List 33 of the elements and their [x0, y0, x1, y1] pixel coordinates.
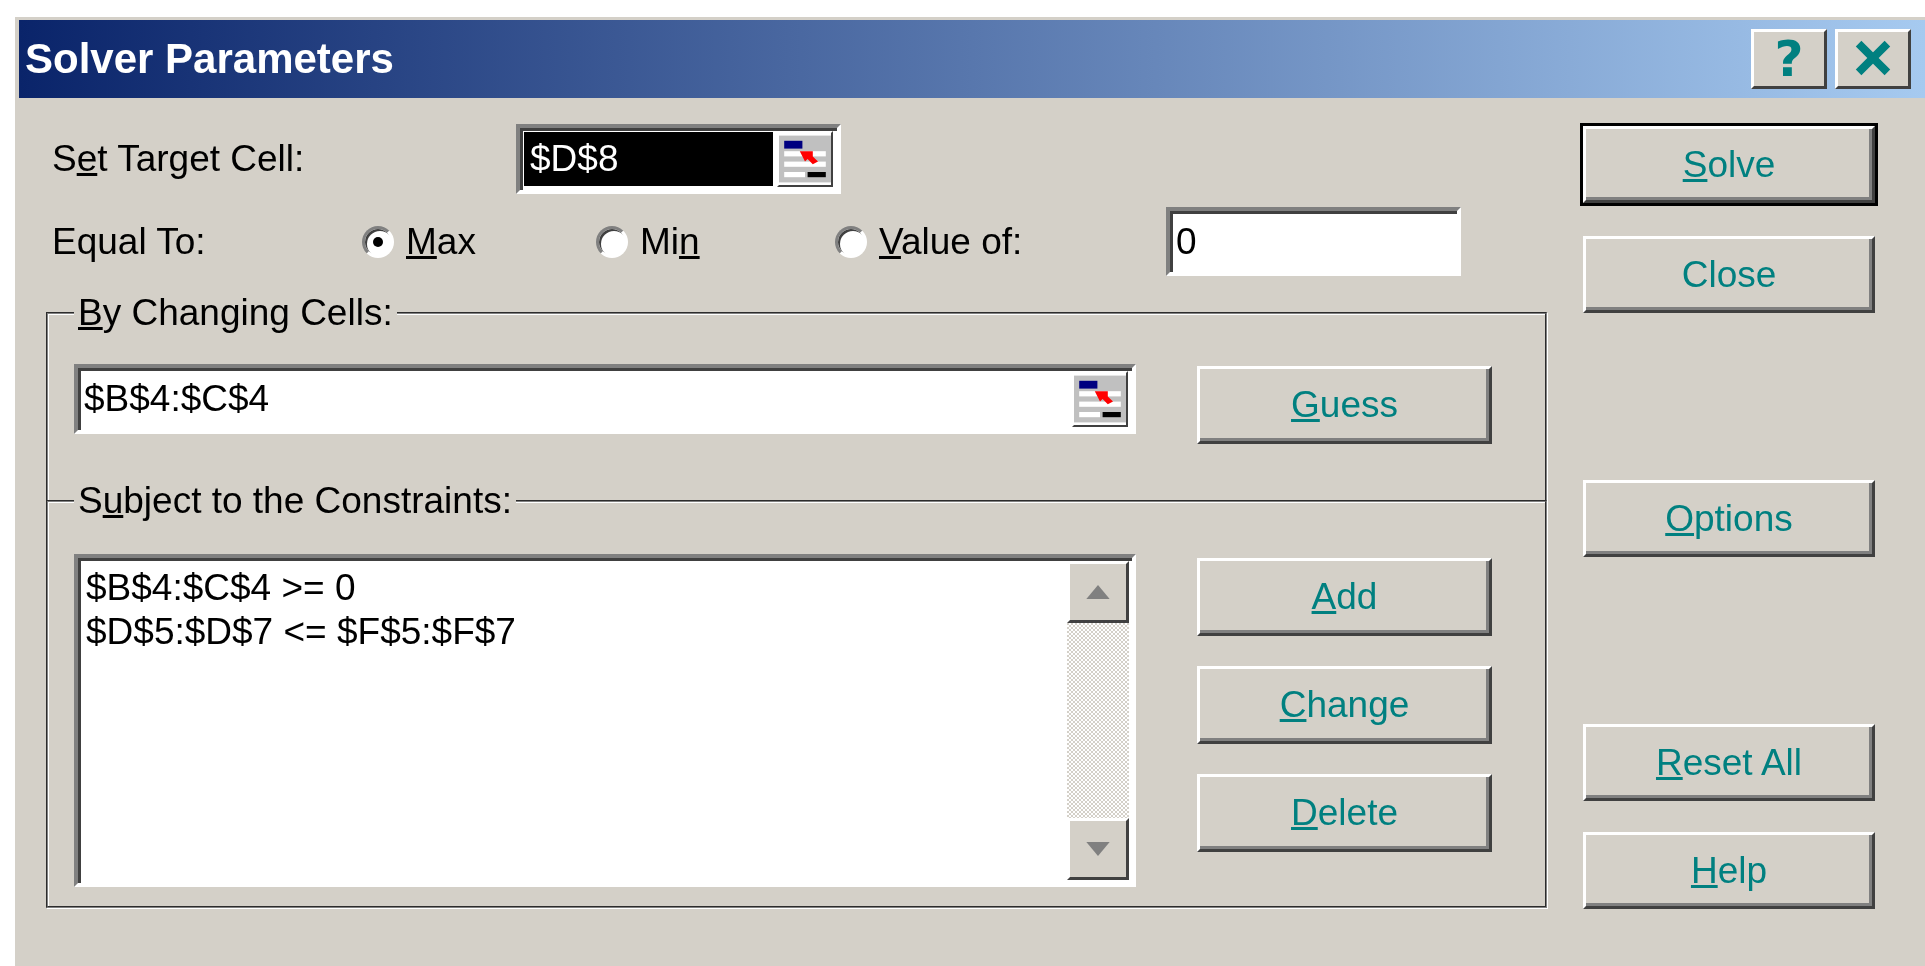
dialog-button[interactable]: Solve [1583, 126, 1875, 203]
target-cell-value: $D$8 [524, 132, 773, 186]
target-cell-label: Set Target Cell: [52, 138, 306, 180]
constraint-button[interactable]: Change [1197, 666, 1492, 744]
window-title: Solver Parameters [25, 35, 394, 83]
radio-label[interactable]: Min [640, 220, 700, 263]
radio-button[interactable] [596, 225, 628, 258]
help-button[interactable]: ? [1751, 29, 1827, 89]
dialog-button[interactable]: Reset All [1583, 724, 1875, 801]
scroll-up-icon[interactable] [1086, 585, 1110, 599]
scrollbar[interactable] [1067, 561, 1129, 880]
radio-label[interactable]: Max [406, 220, 476, 263]
radio-button[interactable] [835, 225, 867, 258]
constraint-item[interactable]: $D$5:$D$7 <= $F$5:$F$7 [86, 610, 1059, 654]
equal-to-label: Equal To: [52, 220, 207, 263]
dialog-button[interactable]: Options [1583, 480, 1875, 557]
changing-cells-field[interactable]: $B$4:$C$4 [74, 364, 1136, 434]
radio-button[interactable] [362, 225, 394, 258]
radio-label[interactable]: Value of: [879, 220, 1023, 263]
constraint-button[interactable]: Delete [1197, 774, 1492, 852]
constraint-item[interactable]: $B$4:$C$4 >= 0 [86, 566, 1059, 610]
target-cell-field[interactable]: $D$8 [516, 124, 841, 194]
collapse-dialog-icon[interactable] [777, 131, 833, 187]
constraint-button[interactable]: Add [1197, 558, 1492, 636]
close-button[interactable] [1835, 29, 1911, 89]
dialog-button[interactable]: Help [1583, 832, 1875, 909]
close-icon [1855, 40, 1891, 76]
scroll-down-icon[interactable] [1086, 842, 1110, 856]
collapse-dialog-icon[interactable] [1072, 371, 1128, 427]
value-field[interactable]: 0 [1166, 207, 1461, 276]
guess-button[interactable]: Guess [1197, 366, 1492, 444]
constraints-list[interactable]: $B$4:$C$4 >= 0 $D$5:$D$7 <= $F$5:$F$7 [74, 554, 1136, 887]
dialog-button[interactable]: Close [1583, 236, 1875, 313]
